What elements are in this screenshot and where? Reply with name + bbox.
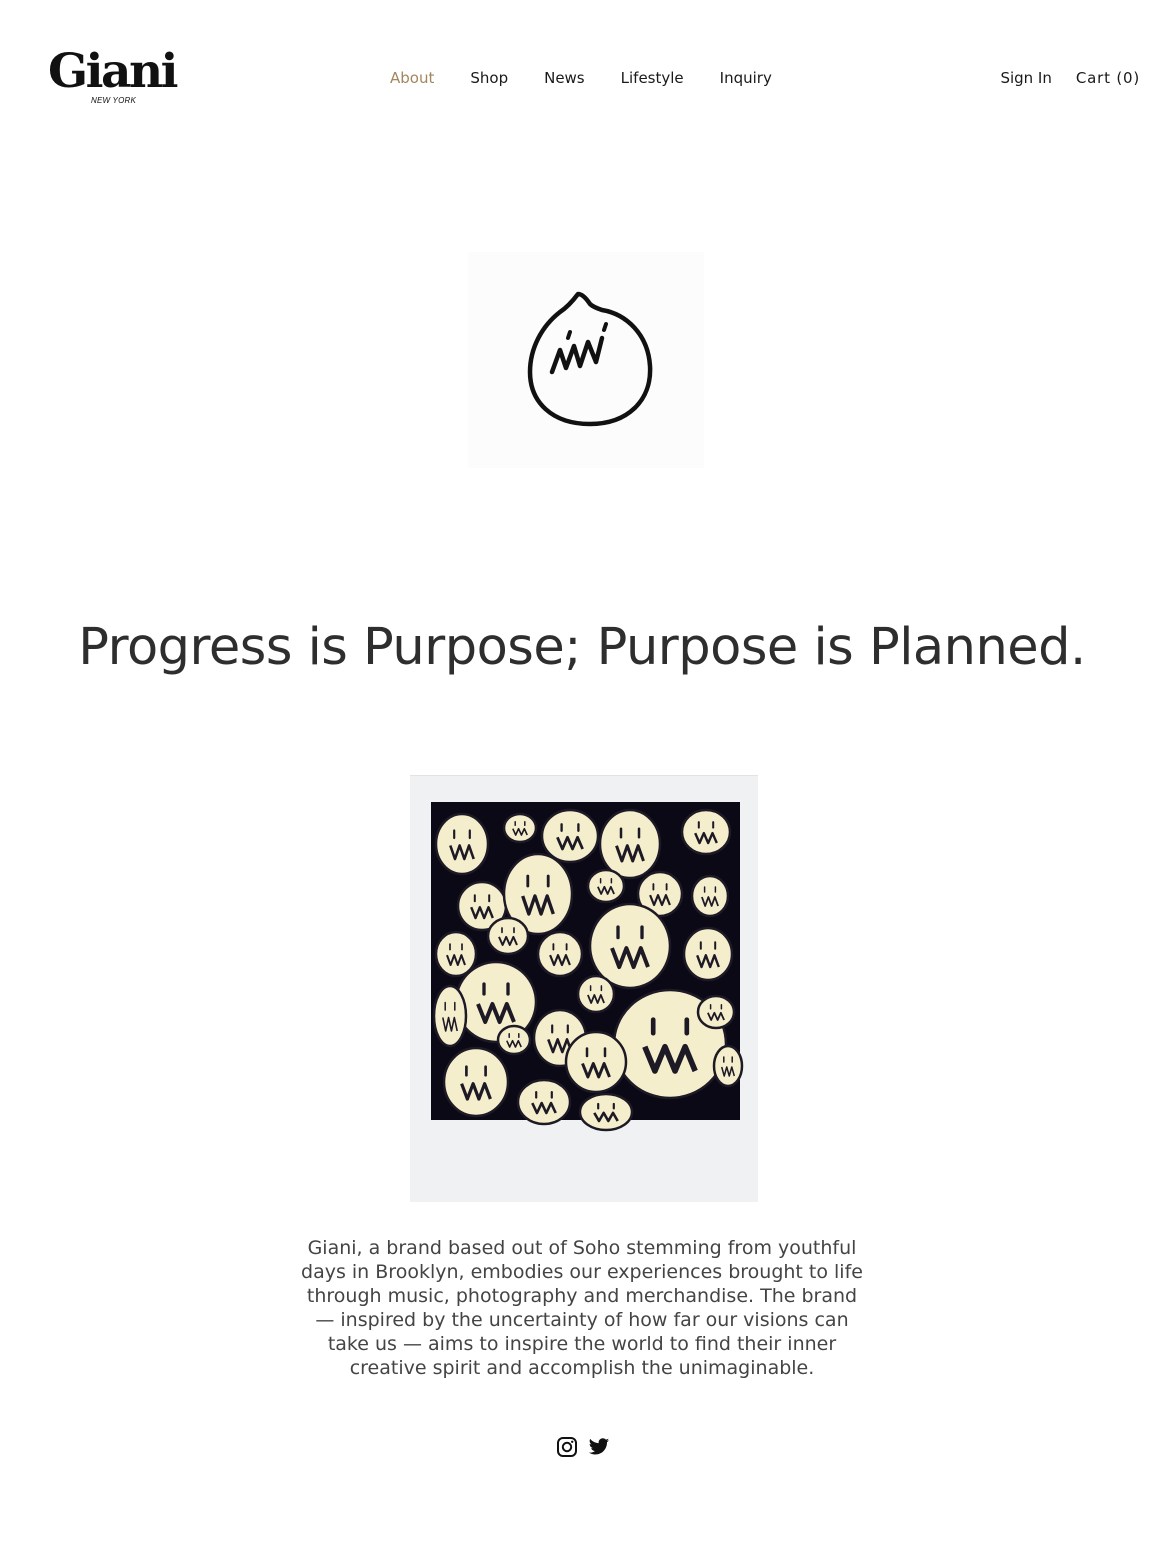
monster-face-shape xyxy=(576,974,616,1014)
monster-face-shape xyxy=(564,1030,628,1094)
monster-face-shape xyxy=(712,1044,744,1088)
sign-in-link[interactable]: Sign In xyxy=(1000,66,1051,90)
main-nav: About Shop News Lifestyle Inquiry xyxy=(372,66,790,90)
brand-mark-image xyxy=(468,252,704,468)
monster-face-shape xyxy=(540,808,600,864)
monster-face-shape xyxy=(442,1046,510,1118)
monster-pattern-drawing xyxy=(431,802,744,1132)
twitter-icon[interactable] xyxy=(588,1436,610,1458)
nav-about[interactable]: About xyxy=(372,66,452,90)
monster-face-shape xyxy=(432,984,468,1048)
monster-face-shape xyxy=(434,930,478,978)
brand-logo-wordmark: Giani xyxy=(48,44,178,99)
social-links xyxy=(556,1436,610,1458)
monster-face-shape xyxy=(434,812,490,876)
nav-shop[interactable]: Shop xyxy=(452,66,526,90)
monster-face-shape xyxy=(502,812,538,844)
cart-link[interactable]: Cart (0) xyxy=(1076,66,1140,90)
account-nav: Sign In Cart (0) xyxy=(1000,66,1140,90)
monster-face-shape xyxy=(690,874,730,918)
nav-lifestyle[interactable]: Lifestyle xyxy=(603,66,702,90)
monster-face-shape xyxy=(598,808,662,880)
monster-face-shape xyxy=(696,994,736,1030)
monster-face-shape xyxy=(578,1092,634,1132)
nav-inquiry[interactable]: Inquiry xyxy=(702,66,790,90)
monster-face-shape xyxy=(516,1078,572,1126)
monster-face-shape xyxy=(496,1024,532,1056)
monster-face-shape xyxy=(536,930,584,978)
monster-face-shape xyxy=(486,916,530,956)
monster-face-shape xyxy=(680,808,732,856)
monster-face-shape xyxy=(682,926,734,982)
monster-face-shape xyxy=(588,902,672,990)
nav-news[interactable]: News xyxy=(526,66,603,90)
page-headline: Progress is Purpose; Purpose is Planned. xyxy=(78,618,1086,677)
about-description: Giani, a brand based out of Soho stemmin… xyxy=(301,1237,863,1379)
monster-face-drawing xyxy=(527,291,653,427)
instagram-icon[interactable] xyxy=(556,1436,578,1458)
brand-logo-subtitle: NEW YORK xyxy=(91,96,137,105)
monster-face-shape xyxy=(586,868,626,904)
polaroid-artwork-image xyxy=(410,775,758,1202)
brand-logo[interactable]: Giani NEW YORK xyxy=(48,44,178,112)
